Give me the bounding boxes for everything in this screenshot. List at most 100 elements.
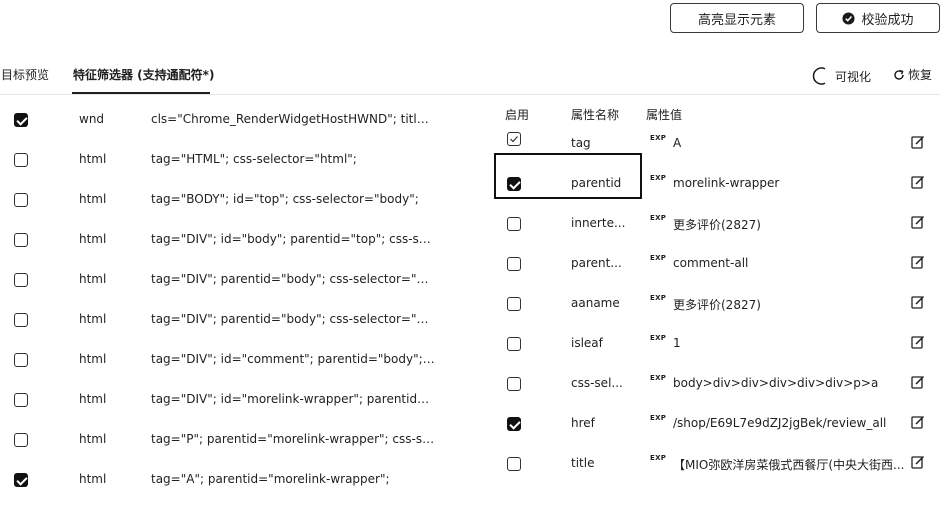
- element-checkbox[interactable]: [14, 393, 28, 407]
- attribute-name: innerte...: [571, 216, 626, 230]
- element-attrs: cls="Chrome_RenderWidgetHostHWND"; title…: [151, 112, 436, 126]
- attribute-value: 更多评价(2827): [673, 218, 761, 232]
- attribute-name: parent...: [571, 256, 622, 270]
- exp-badge: EXP: [650, 414, 667, 422]
- element-name: html: [79, 432, 107, 446]
- element-row[interactable]: html tag="DIV"; parentid="body"; css-sel…: [0, 310, 450, 330]
- attribute-checkbox[interactable]: [507, 297, 521, 311]
- element-row[interactable]: wnd cls="Chrome_RenderWidgetHostHWND"; t…: [0, 110, 450, 130]
- attribute-name: tag: [571, 136, 591, 150]
- tab-divider: [0, 94, 940, 95]
- column-header-enabled: 启用: [505, 108, 530, 122]
- element-checkbox[interactable]: [14, 113, 28, 127]
- attribute-name: aaname: [571, 296, 620, 310]
- column-header-attr-name: 属性名称: [571, 108, 620, 122]
- highlight-frame: [494, 153, 642, 199]
- attribute-row[interactable]: css-sel... EXP body>div>div>div>div>div>…: [500, 374, 930, 394]
- edit-icon[interactable]: [911, 335, 925, 349]
- element-name: html: [79, 232, 107, 246]
- column-header-attr-value: 属性值: [646, 108, 683, 122]
- verify-success-label: 校验成功: [861, 12, 914, 28]
- check-circle-icon: [842, 11, 856, 25]
- visualize-label: 可视化: [835, 69, 872, 84]
- attribute-name: isleaf: [571, 336, 603, 350]
- exp-badge: EXP: [650, 454, 667, 462]
- edit-icon[interactable]: [911, 415, 925, 429]
- attribute-value: 1: [673, 336, 681, 350]
- checkmark-icon: [510, 136, 518, 143]
- spinner-icon: [812, 67, 826, 85]
- attribute-row[interactable]: tag EXP A: [500, 132, 930, 154]
- element-attrs: tag="BODY"; id="top"; css-selector="body…: [151, 192, 419, 206]
- element-row[interactable]: html tag="DIV"; id="morelink-wrapper"; p…: [0, 390, 450, 410]
- element-name: wnd: [79, 112, 105, 126]
- highlight-element-button[interactable]: 高亮显示元素: [670, 3, 804, 33]
- edit-icon[interactable]: [911, 455, 925, 469]
- element-checkbox[interactable]: [14, 153, 28, 167]
- element-checkbox[interactable]: [14, 313, 28, 327]
- attribute-checkbox[interactable]: [507, 377, 521, 391]
- edit-icon[interactable]: [911, 375, 925, 389]
- edit-icon[interactable]: [911, 215, 925, 229]
- element-name: html: [79, 312, 107, 326]
- element-attrs: tag="HTML"; css-selector="html";: [151, 152, 357, 166]
- verify-success-button[interactable]: 校验成功: [816, 3, 940, 33]
- exp-badge: EXP: [650, 174, 667, 182]
- attribute-row[interactable]: title EXP 【MIO弥欧洋房菜俄式西餐厅(中央大街西...: [500, 454, 930, 474]
- element-row[interactable]: html tag="BODY"; id="top"; css-selector=…: [0, 190, 450, 210]
- highlight-element-label: 高亮显示元素: [697, 12, 776, 28]
- exp-badge: EXP: [650, 214, 667, 222]
- tab-feature-filter[interactable]: 特征筛选器 (支持通配符*): [73, 66, 214, 83]
- element-checkbox[interactable]: [14, 353, 28, 367]
- exp-badge: EXP: [650, 294, 667, 302]
- element-row[interactable]: html tag="P"; parentid="morelink-wrapper…: [0, 430, 450, 450]
- attribute-value: 更多评价(2827): [673, 298, 761, 312]
- attribute-value: /shop/E69L7e9dZJ2jgBek/review_all: [673, 416, 887, 430]
- element-name: html: [79, 192, 107, 206]
- element-name: html: [79, 152, 107, 166]
- element-checkbox[interactable]: [14, 433, 28, 447]
- exp-badge: EXP: [650, 374, 667, 382]
- attribute-checkbox[interactable]: [507, 257, 521, 271]
- exp-badge: EXP: [650, 134, 667, 142]
- edit-icon[interactable]: [911, 135, 925, 149]
- attribute-row[interactable]: parent... EXP comment-all: [500, 254, 930, 274]
- element-checkbox[interactable]: [14, 273, 28, 287]
- element-row[interactable]: html tag="DIV"; id="comment"; parentid="…: [0, 350, 450, 370]
- attribute-row[interactable]: isleaf EXP 1: [500, 334, 930, 354]
- attribute-row[interactable]: href EXP /shop/E69L7e9dZJ2jgBek/review_a…: [500, 414, 930, 434]
- restore-button[interactable]: 恢复: [893, 66, 932, 83]
- attribute-value: 【MIO弥欧洋房菜俄式西餐厅(中央大街西...: [673, 458, 905, 472]
- element-checkbox[interactable]: [14, 193, 28, 207]
- exp-badge: EXP: [650, 334, 667, 342]
- edit-icon[interactable]: [911, 255, 925, 269]
- element-name: html: [79, 392, 107, 406]
- element-attrs: tag="P"; parentid="morelink-wrapper"; cs…: [151, 432, 436, 446]
- attribute-checkbox[interactable]: [507, 417, 521, 431]
- element-name: html: [79, 472, 107, 486]
- element-row[interactable]: html tag="DIV"; parentid="body"; css-sel…: [0, 270, 450, 290]
- restore-label: 恢复: [908, 68, 933, 82]
- tab-target-preview[interactable]: 目标预览: [1, 66, 49, 83]
- edit-icon[interactable]: [911, 295, 925, 309]
- element-attrs: tag="DIV"; id="body"; parentid="top"; cs…: [151, 232, 436, 246]
- element-checkbox[interactable]: [14, 473, 28, 487]
- element-attrs: tag="DIV"; parentid="body"; css-selector…: [151, 272, 436, 286]
- visualize-toggle[interactable]: 可视化: [812, 66, 871, 86]
- element-checkbox[interactable]: [14, 233, 28, 247]
- attribute-checkbox[interactable]: [507, 457, 521, 471]
- attribute-checkbox[interactable]: [507, 217, 521, 231]
- attribute-row[interactable]: aaname EXP 更多评价(2827): [500, 294, 930, 314]
- attribute-name: href: [571, 416, 595, 430]
- element-row[interactable]: html tag="HTML"; css-selector="html";: [0, 150, 450, 170]
- attribute-name: css-sel...: [571, 376, 623, 390]
- attribute-checkbox[interactable]: [507, 337, 521, 351]
- edit-icon[interactable]: [911, 175, 925, 189]
- attribute-row[interactable]: innerte... EXP 更多评价(2827): [500, 214, 930, 234]
- attribute-checkbox[interactable]: [507, 132, 521, 146]
- attribute-value: body>div>div>div>div>div>p>a: [673, 376, 879, 390]
- element-attrs: tag="A"; parentid="morelink-wrapper";: [151, 472, 390, 486]
- element-row[interactable]: html tag="DIV"; id="body"; parentid="top…: [0, 230, 450, 250]
- element-row[interactable]: html tag="A"; parentid="morelink-wrapper…: [0, 470, 450, 490]
- attribute-value: A: [673, 136, 682, 150]
